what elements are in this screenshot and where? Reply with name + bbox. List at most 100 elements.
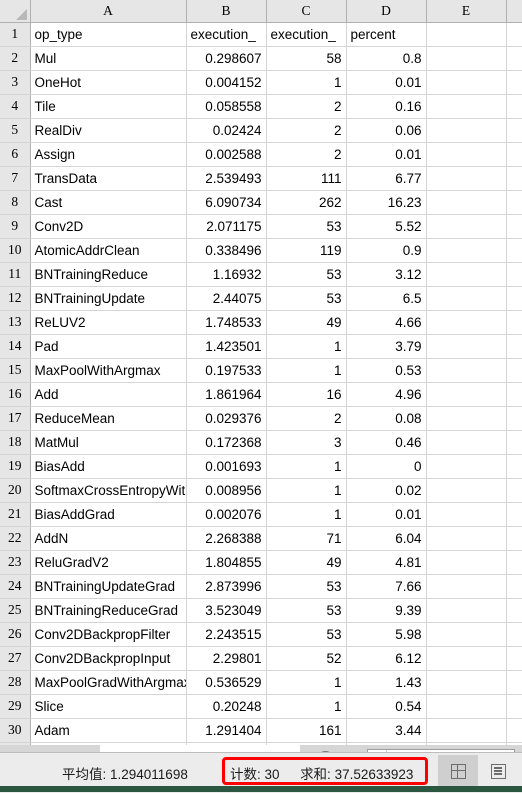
cell-f14[interactable] [506, 334, 522, 359]
cell-a26[interactable]: Conv2DBackpropFilter [30, 622, 187, 647]
cell-f8[interactable] [506, 190, 522, 215]
cell-f22[interactable] [506, 526, 522, 551]
cell-a10[interactable]: AtomicAddrClean [30, 238, 187, 263]
cell-d5[interactable]: 0.06 [346, 118, 427, 143]
cell-b4[interactable]: 0.058558 [186, 94, 267, 119]
cell-b21[interactable]: 0.002076 [186, 502, 267, 527]
cell-e19[interactable] [426, 454, 507, 479]
cell-c22[interactable]: 71 [266, 526, 347, 551]
cell-f28[interactable] [506, 670, 522, 695]
row-header-7[interactable]: 7 [0, 166, 31, 191]
cell-b29[interactable]: 0.20248 [186, 694, 267, 719]
cell-f24[interactable] [506, 574, 522, 599]
cell-d21[interactable]: 0.01 [346, 502, 427, 527]
cell-c28[interactable]: 1 [266, 670, 347, 695]
cell-a8[interactable]: Cast [30, 190, 187, 215]
row-header-8[interactable]: 8 [0, 190, 31, 215]
cell-e14[interactable] [426, 334, 507, 359]
cell-d29[interactable]: 0.54 [346, 694, 427, 719]
cell-e20[interactable] [426, 478, 507, 503]
cell-c26[interactable]: 53 [266, 622, 347, 647]
row-header-9[interactable]: 9 [0, 214, 31, 239]
cell-c8[interactable]: 262 [266, 190, 347, 215]
cell-e22[interactable] [426, 526, 507, 551]
row-header-29[interactable]: 29 [0, 694, 31, 719]
cell-c19[interactable]: 1 [266, 454, 347, 479]
cell-d10[interactable]: 0.9 [346, 238, 427, 263]
cell-d4[interactable]: 0.16 [346, 94, 427, 119]
cell-e2[interactable] [426, 46, 507, 71]
cell-e16[interactable] [426, 382, 507, 407]
row-header-16[interactable]: 16 [0, 382, 31, 407]
row-header-14[interactable]: 14 [0, 334, 31, 359]
cell-b20[interactable]: 0.008956 [186, 478, 267, 503]
cell-b1[interactable]: execution_ [186, 22, 267, 47]
cell-f16[interactable] [506, 382, 522, 407]
cell-b3[interactable]: 0.004152 [186, 70, 267, 95]
cell-a27[interactable]: Conv2DBackpropInput [30, 646, 187, 671]
cell-a24[interactable]: BNTrainingUpdateGrad [30, 574, 187, 599]
cell-a14[interactable]: Pad [30, 334, 187, 359]
cell-b24[interactable]: 2.873996 [186, 574, 267, 599]
cell-c10[interactable]: 119 [266, 238, 347, 263]
cell-b28[interactable]: 0.536529 [186, 670, 267, 695]
cell-f25[interactable] [506, 598, 522, 623]
cell-a3[interactable]: OneHot [30, 70, 187, 95]
row-header-27[interactable]: 27 [0, 646, 31, 671]
cell-b12[interactable]: 2.44075 [186, 286, 267, 311]
cell-e27[interactable] [426, 646, 507, 671]
cell-c16[interactable]: 16 [266, 382, 347, 407]
cell-a16[interactable]: Add [30, 382, 187, 407]
cell-b16[interactable]: 1.861964 [186, 382, 267, 407]
cell-d11[interactable]: 3.12 [346, 262, 427, 287]
cell-e15[interactable] [426, 358, 507, 383]
cell-f19[interactable] [506, 454, 522, 479]
row-header-20[interactable]: 20 [0, 478, 31, 503]
row-header-21[interactable]: 21 [0, 502, 31, 527]
select-all-corner[interactable] [0, 0, 31, 23]
cell-f27[interactable] [506, 646, 522, 671]
cell-e11[interactable] [426, 262, 507, 287]
cell-e21[interactable] [426, 502, 507, 527]
cell-c18[interactable]: 3 [266, 430, 347, 455]
column-header-a[interactable]: A [30, 0, 187, 23]
cell-f21[interactable] [506, 502, 522, 527]
cell-d9[interactable]: 5.52 [346, 214, 427, 239]
cell-d30[interactable]: 3.44 [346, 718, 427, 743]
cell-b8[interactable]: 6.090734 [186, 190, 267, 215]
cell-a1[interactable]: op_type [30, 22, 187, 47]
cell-a22[interactable]: AddN [30, 526, 187, 551]
cell-d26[interactable]: 5.98 [346, 622, 427, 647]
cell-d12[interactable]: 6.5 [346, 286, 427, 311]
cell-b9[interactable]: 2.071175 [186, 214, 267, 239]
cell-c14[interactable]: 1 [266, 334, 347, 359]
cell-a7[interactable]: TransData [30, 166, 187, 191]
cell-a17[interactable]: ReduceMean [30, 406, 187, 431]
cell-a28[interactable]: MaxPoolGradWithArgmax [30, 670, 187, 695]
row-header-25[interactable]: 25 [0, 598, 31, 623]
cell-c12[interactable]: 53 [266, 286, 347, 311]
cell-d20[interactable]: 0.02 [346, 478, 427, 503]
cell-d23[interactable]: 4.81 [346, 550, 427, 575]
cell-e12[interactable] [426, 286, 507, 311]
cell-d8[interactable]: 16.23 [346, 190, 427, 215]
cell-f4[interactable] [506, 94, 522, 119]
cell-a21[interactable]: BiasAddGrad [30, 502, 187, 527]
page-layout-view-button[interactable] [478, 755, 518, 787]
cell-e9[interactable] [426, 214, 507, 239]
row-header-3[interactable]: 3 [0, 70, 31, 95]
row-header-11[interactable]: 11 [0, 262, 31, 287]
cell-d15[interactable]: 0.53 [346, 358, 427, 383]
cell-a5[interactable]: RealDiv [30, 118, 187, 143]
cell-b13[interactable]: 1.748533 [186, 310, 267, 335]
cell-b22[interactable]: 2.268388 [186, 526, 267, 551]
cell-e5[interactable] [426, 118, 507, 143]
column-header-partial[interactable] [506, 0, 522, 23]
cell-f5[interactable] [506, 118, 522, 143]
cell-c7[interactable]: 111 [266, 166, 347, 191]
cell-e7[interactable] [426, 166, 507, 191]
cell-c23[interactable]: 49 [266, 550, 347, 575]
cell-e10[interactable] [426, 238, 507, 263]
cell-a30[interactable]: Adam [30, 718, 187, 743]
cell-f17[interactable] [506, 406, 522, 431]
